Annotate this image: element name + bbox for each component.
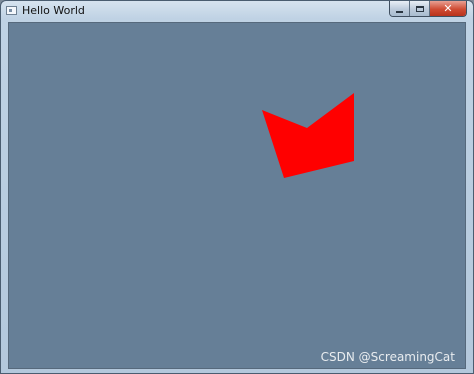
maximize-icon xyxy=(415,5,424,12)
opengl-canvas[interactable]: CSDN @ScreamingCat xyxy=(8,22,466,369)
minimize-icon xyxy=(396,10,403,13)
maximize-button[interactable] xyxy=(410,1,430,16)
close-button[interactable]: ✕ xyxy=(430,1,466,16)
window-controls: ✕ xyxy=(389,1,467,17)
title-bar[interactable]: Hello World ✕ xyxy=(1,1,473,21)
render-scene xyxy=(262,93,354,178)
close-icon: ✕ xyxy=(443,2,453,15)
watermark-text: CSDN @ScreamingCat xyxy=(320,350,455,364)
red-polygon xyxy=(262,93,354,178)
minimize-button[interactable] xyxy=(390,1,410,16)
app-window: Hello World ✕ CSDN @ScreamingCat xyxy=(0,0,474,374)
app-window-icon[interactable] xyxy=(6,6,17,15)
window-title: Hello World xyxy=(22,4,85,17)
